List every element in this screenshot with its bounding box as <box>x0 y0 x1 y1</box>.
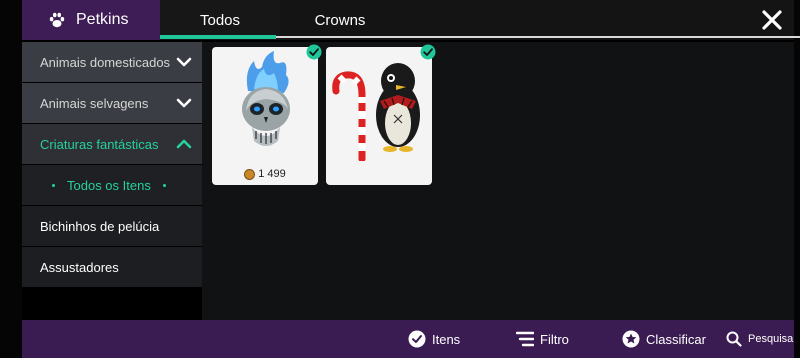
chevron-down-icon <box>176 57 192 67</box>
owned-check-icon <box>420 44 436 60</box>
pesquisa-button[interactable]: Pesquisa <box>726 320 793 358</box>
star-badge-icon <box>622 330 640 348</box>
itens-button[interactable]: Itens <box>408 320 460 358</box>
top-bar: Petkins Todos Crowns <box>22 0 800 40</box>
sidebar-item-label: Animais selvagens <box>40 95 149 111</box>
sidebar-item-label: Bichinhos de pelúcia <box>40 218 160 234</box>
sidebar-item-label: Assustadores <box>40 259 119 275</box>
close-icon[interactable] <box>760 8 784 32</box>
brand-label: Petkins <box>76 11 129 28</box>
left-edge <box>0 0 22 358</box>
classificar-label: Classificar <box>646 331 706 347</box>
sidebar-item-animais-selvagens[interactable]: Animais selvagens <box>22 83 202 123</box>
tab-crowns[interactable]: Crowns <box>280 0 400 40</box>
flaming-skull-image <box>242 51 290 146</box>
tab-active-indicator <box>160 35 276 39</box>
sidebar-item-label: Todos os Itens <box>67 177 151 193</box>
chevron-down-icon <box>176 98 192 108</box>
item-price-value: 1 499 <box>258 168 286 180</box>
sidebar-item-bichinhos-de-pelucia[interactable]: Bichinhos de pelúcia <box>22 206 202 246</box>
sidebar-item-label: Criaturas fantásticas <box>40 136 159 152</box>
filter-icon <box>516 331 534 347</box>
bottom-toolbar: Itens Filtro Classificar Pesquisa <box>22 320 794 358</box>
classificar-button[interactable]: Classificar <box>622 320 706 358</box>
sidebar-item-assustadores[interactable]: Assustadores <box>22 247 202 287</box>
sidebar-item-criaturas-fantasticas[interactable]: Criaturas fantásticas <box>22 124 202 164</box>
item-card-flaming-skull[interactable]: 1 499 <box>212 44 322 185</box>
item-card-penguin-candy-cane[interactable] <box>326 44 436 185</box>
filtro-label: Filtro <box>540 331 569 347</box>
itens-label: Itens <box>432 331 461 347</box>
chevron-up-icon <box>176 139 192 149</box>
owned-check-icon <box>306 44 322 60</box>
pesquisa-label: Pesquisa <box>748 333 794 345</box>
coin-icon <box>244 168 256 180</box>
bullet-dot <box>162 183 166 187</box>
paw-icon <box>49 12 65 28</box>
sidebar-item-todos-os-itens[interactable]: Todos os Itens <box>22 165 202 205</box>
tab-todos-label: Todos <box>199 11 241 29</box>
item-price: 1 499 <box>212 168 318 180</box>
brand-tab[interactable]: Petkins <box>22 0 172 40</box>
sidebar-item-label: Animais domesticados <box>40 54 171 70</box>
filtro-button[interactable]: Filtro <box>516 320 569 358</box>
item-grid: 1 499 <box>202 42 794 320</box>
check-circle-icon <box>408 330 426 348</box>
right-edge <box>794 0 800 358</box>
tab-todos[interactable]: Todos <box>160 0 280 40</box>
bullet-dot <box>52 183 55 187</box>
tab-crowns-label: Crowns <box>314 11 366 29</box>
category-sidebar: Animais domesticados Animais selvagens C… <box>22 42 202 290</box>
penguin-candy-cane-image <box>332 63 420 161</box>
sidebar-item-animais-domesticados[interactable]: Animais domesticados <box>22 42 202 82</box>
search-icon <box>726 331 742 347</box>
